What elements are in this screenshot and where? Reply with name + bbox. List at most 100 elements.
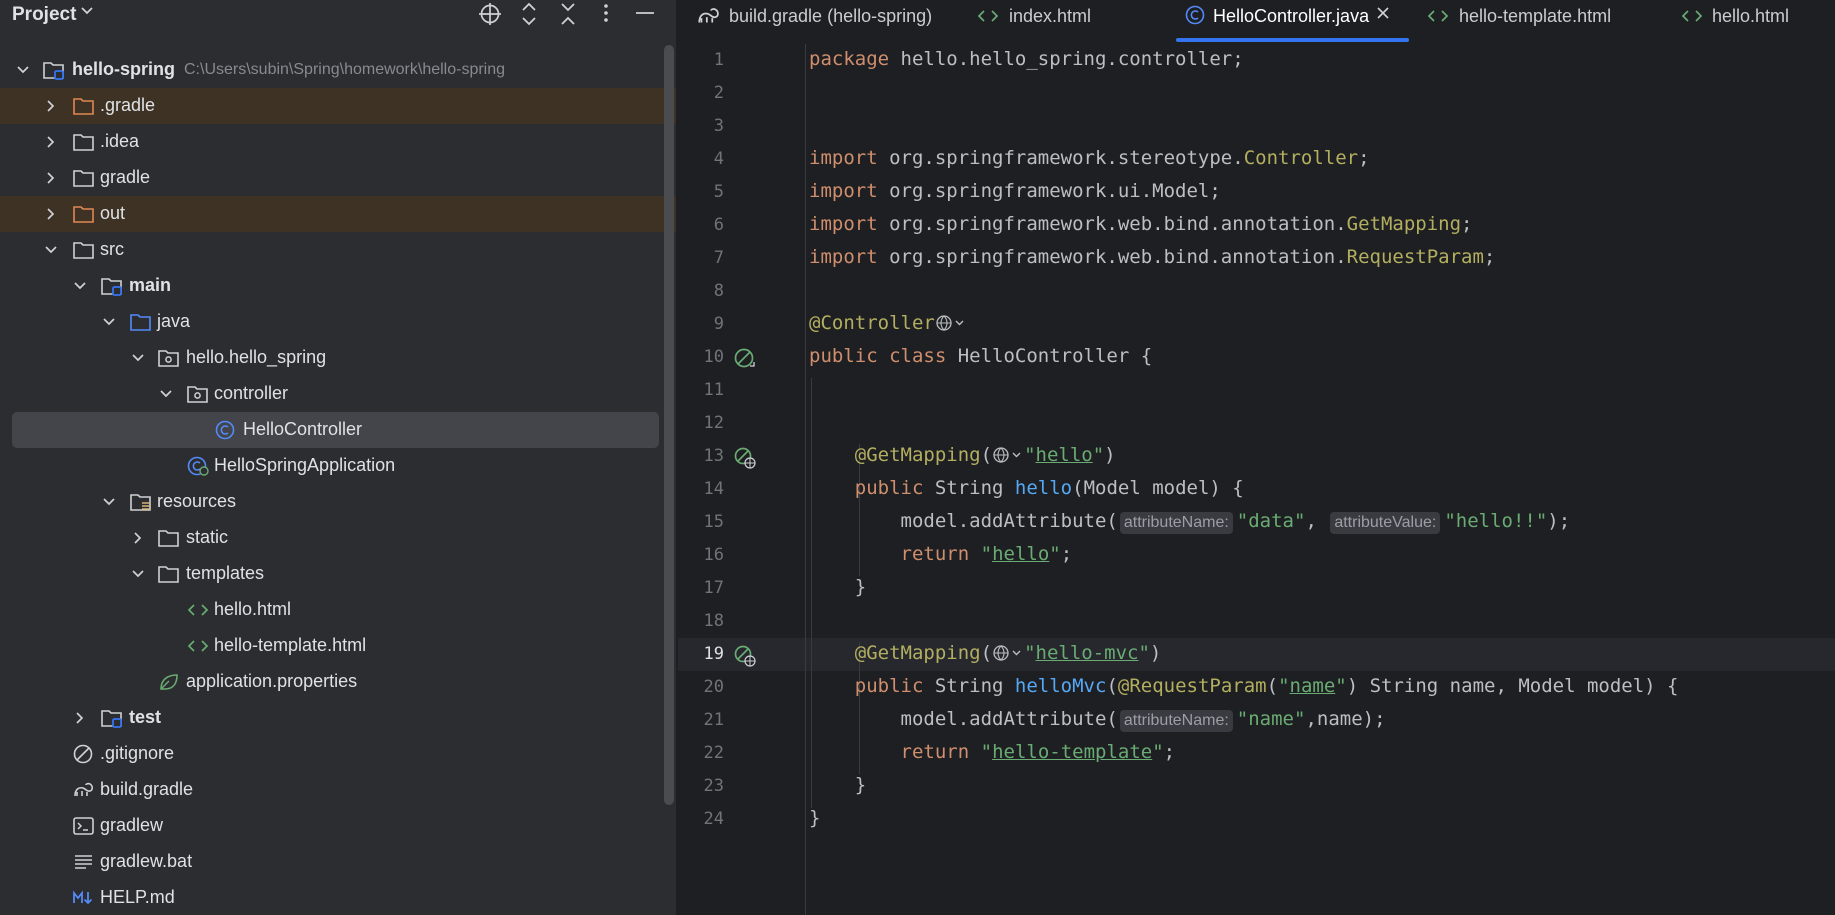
tree-item-main[interactable]: main <box>0 268 676 304</box>
tree-item-out[interactable]: out <box>0 196 676 232</box>
project-scrollbar[interactable] <box>664 45 674 805</box>
tree-item-hello-spring-application[interactable]: HelloSpringApplication <box>0 448 676 484</box>
chevron-right-icon[interactable] <box>71 709 89 727</box>
tree-item-package-controller[interactable]: controller <box>0 376 676 412</box>
chevron-down-icon[interactable] <box>14 61 32 79</box>
chevron-down-icon[interactable] <box>100 313 118 331</box>
html-icon <box>1426 5 1450 32</box>
editor-tabs: build.gradle (hello-spring) index.html H… <box>678 0 1835 44</box>
tree-item-hello-controller[interactable]: HelloController <box>12 412 659 448</box>
folder-icon <box>72 167 96 189</box>
tree-item-help-md[interactable]: HELP.md <box>0 880 676 915</box>
tree-item-label: gradlew.bat <box>100 851 193 871</box>
code-line-22: } <box>809 774 866 796</box>
code-text: String <box>923 477 1015 499</box>
chevron-down-icon[interactable] <box>129 349 147 367</box>
code-editor[interactable]: 1 2 3 4 5 6 7 8 9 10 11 12 13 14 15 16 1… <box>678 44 1835 915</box>
string-literal: "name" <box>1236 708 1306 730</box>
request-mapping-gutter-icon[interactable] <box>733 446 757 470</box>
text-file-icon <box>72 851 96 873</box>
expand-all-icon[interactable] <box>515 0 543 28</box>
gradle-icon <box>696 4 722 33</box>
tree-item-idea[interactable]: .idea <box>0 124 676 160</box>
tree-item-hello-spring[interactable]: hello-spring C:\Users\subin\Spring\homew… <box>0 52 676 88</box>
keyword: import <box>809 147 878 169</box>
code-text: } <box>809 807 821 829</box>
ignore-file-icon <box>72 743 96 765</box>
minimize-icon[interactable] <box>631 0 659 28</box>
request-mapping-gutter-icon[interactable] <box>733 644 757 668</box>
tab-hello-template-html[interactable]: hello-template.html <box>1426 0 1646 44</box>
chevron-down-icon[interactable] <box>100 493 118 511</box>
excluded-folder-icon <box>72 203 96 225</box>
spring-properties-icon <box>157 671 181 693</box>
spring-boot-class-icon <box>186 455 210 477</box>
tree-item-hello-html[interactable]: hello.html <box>0 592 676 628</box>
tree-item-hello-template-html[interactable]: hello-template.html <box>0 628 676 664</box>
string-literal: hello-template <box>992 741 1153 763</box>
tab-label: hello-template.html <box>1459 6 1612 26</box>
locate-file-icon[interactable] <box>476 0 504 28</box>
chevron-down-icon[interactable] <box>129 565 147 583</box>
gutter-separator <box>805 44 806 915</box>
tab-build-gradle[interactable]: build.gradle (hello-spring) <box>678 0 958 44</box>
tree-item-java[interactable]: java <box>0 304 676 340</box>
tree-item-package-hello-hello-spring[interactable]: hello.hello_spring <box>0 340 676 376</box>
tree-item-src[interactable]: src <box>0 232 676 268</box>
chevron-right-icon[interactable] <box>42 169 60 187</box>
tree-item-label: HELP.md <box>100 887 175 907</box>
code-text: org.springframework.web.bind.annotation. <box>877 213 1347 235</box>
web-endpoint-icon[interactable] <box>992 446 1024 469</box>
tab-label: HelloController.java <box>1213 6 1370 26</box>
annotation: @Controller <box>809 312 935 334</box>
tree-item-resources[interactable]: resources <box>0 484 676 520</box>
keyword: package <box>809 48 890 70</box>
code-line-18: @GetMapping("hello-mvc") <box>809 642 1162 667</box>
active-tab-indicator <box>1176 38 1409 42</box>
tab-index-html[interactable]: index.html <box>958 0 1158 44</box>
chevron-right-icon[interactable] <box>42 97 60 115</box>
tab-hello-html[interactable]: hello.html <box>1678 0 1835 44</box>
chevron-right-icon[interactable] <box>129 529 147 547</box>
tree-item-dot-gradle[interactable]: .gradle <box>0 88 676 124</box>
tree-item-test[interactable]: test <box>0 700 676 736</box>
chevron-down-icon[interactable] <box>42 241 60 259</box>
line-number: 22 <box>703 743 724 763</box>
more-options-icon[interactable] <box>592 0 620 28</box>
string-literal: " <box>980 741 993 763</box>
code-line-20: model.addAttribute(attributeName: "name",… <box>809 708 1386 732</box>
spring-bean-gutter-icon[interactable] <box>733 347 757 371</box>
tree-item-application-properties[interactable]: application.properties <box>0 664 676 700</box>
chevron-down-icon[interactable] <box>157 385 175 403</box>
tree-item-label: hello-spring <box>72 59 175 79</box>
class-reference: Controller <box>1243 147 1359 169</box>
chevron-right-icon[interactable] <box>42 205 60 223</box>
collapse-all-icon[interactable] <box>554 0 582 28</box>
gradle-icon <box>72 779 96 801</box>
chevron-down-icon[interactable] <box>71 277 89 295</box>
tree-item-gradlew-bat[interactable]: gradlew.bat <box>0 844 676 880</box>
project-title[interactable]: Project <box>12 4 76 26</box>
tree-item-gradlew[interactable]: gradlew <box>0 808 676 844</box>
close-icon[interactable] <box>1376 6 1390 25</box>
tree-item-gradle[interactable]: gradle <box>0 160 676 196</box>
code-text: ); <box>1547 510 1571 532</box>
annotation: @GetMapping <box>854 444 981 466</box>
keyword: import <box>809 246 878 268</box>
chevron-down-icon[interactable] <box>80 4 94 22</box>
tree-item-label: static <box>186 527 229 547</box>
html-icon <box>1680 5 1704 32</box>
tree-item-gitignore[interactable]: .gitignore <box>0 736 676 772</box>
tree-item-build-gradle[interactable]: build.gradle <box>0 772 676 808</box>
code-line-15: return "hello"; <box>809 543 1073 565</box>
tree-item-label: main <box>129 275 172 295</box>
tree-item-static[interactable]: static <box>0 520 676 556</box>
chevron-right-icon[interactable] <box>42 133 60 151</box>
web-endpoint-icon[interactable] <box>935 314 967 337</box>
code-text: org.springframework.ui.Model; <box>877 180 1221 202</box>
excluded-folder-icon <box>72 95 96 117</box>
tree-item-templates[interactable]: templates <box>0 556 676 592</box>
tree-item-label: gradle <box>100 167 151 187</box>
web-endpoint-icon[interactable] <box>992 644 1024 667</box>
